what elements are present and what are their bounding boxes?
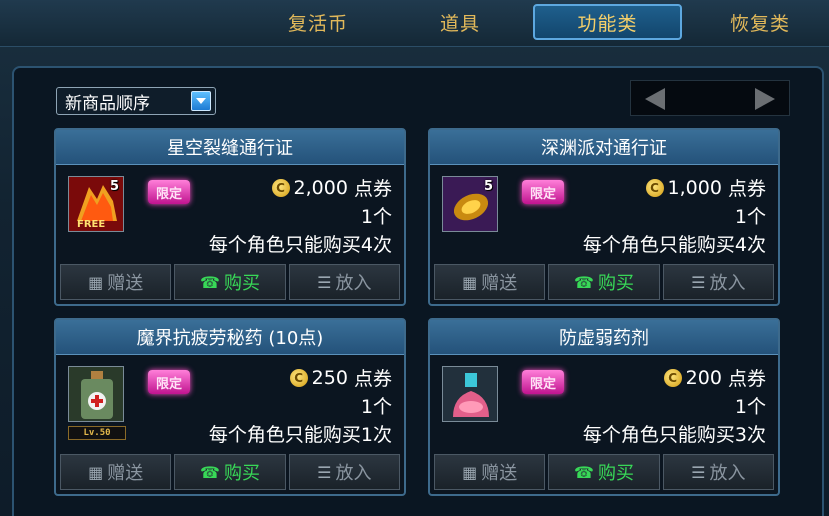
buy-label: 购买: [223, 463, 260, 484]
cart-label: 放入: [335, 273, 372, 294]
gift-button[interactable]: ▦ 赠送: [60, 454, 172, 490]
add-to-cart-button[interactable]: ☰ 放入: [662, 264, 774, 300]
tab-functional[interactable]: 功能类: [533, 4, 682, 40]
sort-label: 新商品顺序: [65, 93, 150, 114]
purchase-limit: 每个角色只能购买1次: [208, 424, 392, 446]
prev-page-icon[interactable]: [645, 88, 665, 110]
gift-label: 赠送: [481, 463, 518, 484]
quantity: 1个: [734, 396, 766, 418]
price-value: 1,000: [667, 176, 722, 199]
pager: [630, 80, 790, 116]
buy-label: 购买: [223, 273, 260, 294]
coupon-coin-icon: C: [289, 368, 308, 387]
price: C 200 点券: [663, 364, 766, 391]
tab-recovery[interactable]: 恢复类: [700, 4, 820, 40]
cart-label: 放入: [709, 273, 746, 294]
gift-icon: ▦: [88, 272, 104, 292]
price-value: 250: [311, 366, 348, 389]
item-name: 星空裂缝通行证: [56, 130, 404, 165]
price: C 2,000 点券: [271, 174, 392, 201]
purchase-limit: 每个角色只能购买4次: [582, 234, 766, 256]
price-unit: 点券: [353, 178, 392, 200]
tab-items[interactable]: 道具: [420, 4, 500, 40]
item-name: 深渊派对通行证: [430, 130, 778, 165]
cart-icon: ☰: [691, 462, 706, 482]
action-buttons: ▦ 赠送 ☎ 购买 ☰ 放入: [434, 264, 774, 300]
potion-bottle-icon[interactable]: [68, 366, 124, 422]
price: C 250 点券: [289, 364, 392, 391]
buy-button[interactable]: ☎ 购买: [174, 454, 286, 490]
limited-badge: 限定: [522, 370, 564, 394]
gift-button[interactable]: ▦ 赠送: [60, 264, 172, 300]
next-page-icon[interactable]: [755, 88, 775, 110]
action-buttons: ▦ 赠送 ☎ 购买 ☰ 放入: [60, 454, 400, 490]
cart-icon: ☰: [691, 272, 706, 292]
gift-label: 赠送: [107, 273, 144, 294]
svg-text:FREE: FREE: [77, 219, 105, 230]
buy-label: 购买: [597, 273, 634, 294]
price-unit: 点券: [727, 368, 766, 390]
gift-icon: ▦: [462, 272, 478, 292]
buy-icon: ☎: [574, 272, 594, 292]
limited-badge: 限定: [148, 180, 190, 204]
buy-button[interactable]: ☎ 购买: [174, 264, 286, 300]
cart-icon: ☰: [317, 272, 332, 292]
coupon-coin-icon: C: [663, 368, 682, 387]
item-name: 魔界抗疲劳秘药 (10点): [56, 320, 404, 355]
buy-button[interactable]: ☎ 购买: [548, 264, 660, 300]
action-buttons: ▦ 赠送 ☎ 购买 ☰ 放入: [60, 264, 400, 300]
price-unit: 点券: [353, 368, 392, 390]
coupon-coin-icon: C: [645, 178, 664, 197]
buy-label: 购买: [597, 463, 634, 484]
cart-label: 放入: [709, 463, 746, 484]
price: C 1,000 点券: [645, 174, 766, 201]
limited-badge: 限定: [148, 370, 190, 394]
gift-button[interactable]: ▦ 赠送: [434, 454, 546, 490]
quantity: 1个: [360, 396, 392, 418]
shop-window: 复活币 道具 功能类 恢复类 新商品顺序 星空裂缝通行证 FREE 5 限定 C…: [0, 0, 829, 516]
price-value: 2,000: [293, 176, 348, 199]
stack-count: 5: [109, 179, 119, 194]
buy-icon: ☎: [200, 272, 220, 292]
tab-revive-coin[interactable]: 复活币: [268, 4, 368, 40]
sort-dropdown[interactable]: 新商品顺序: [56, 87, 216, 115]
abyss-pass-icon[interactable]: 5: [442, 176, 498, 232]
item-card: 深渊派对通行证 5 限定 C 1,000 点券 1个 每个角色只能购买4次 ▦ 赠…: [428, 128, 780, 306]
price-value: 200: [685, 366, 722, 389]
add-to-cart-button[interactable]: ☰ 放入: [288, 454, 400, 490]
item-card: 星空裂缝通行证 FREE 5 限定 C 2,000 点券 1个 每个角色只能购买…: [54, 128, 406, 306]
flask-icon[interactable]: [442, 366, 498, 422]
category-tabbar: 复活币 道具 功能类 恢复类: [0, 0, 829, 47]
add-to-cart-button[interactable]: ☰ 放入: [662, 454, 774, 490]
purchase-limit: 每个角色只能购买3次: [582, 424, 766, 446]
gift-icon: ▦: [88, 462, 104, 482]
gift-label: 赠送: [481, 273, 518, 294]
item-card: 魔界抗疲劳秘药 (10点) Lv.50 限定 C 250 点券 1个 每个角色只…: [54, 318, 406, 496]
gift-label: 赠送: [107, 463, 144, 484]
cart-icon: ☰: [317, 462, 332, 482]
coupon-coin-icon: C: [271, 178, 290, 197]
buy-icon: ☎: [200, 462, 220, 482]
quantity: 1个: [360, 206, 392, 228]
cart-label: 放入: [335, 463, 372, 484]
purchase-limit: 每个角色只能购买4次: [208, 234, 392, 256]
fist-pass-icon[interactable]: FREE 5: [68, 176, 124, 232]
buy-button[interactable]: ☎ 购买: [548, 454, 660, 490]
level-requirement: Lv.50: [68, 426, 126, 440]
item-name: 防虚弱药剂: [430, 320, 778, 355]
dropdown-arrow-icon[interactable]: [191, 91, 211, 111]
quantity: 1个: [734, 206, 766, 228]
action-buttons: ▦ 赠送 ☎ 购买 ☰ 放入: [434, 454, 774, 490]
item-card: 防虚弱药剂 限定 C 200 点券 1个 每个角色只能购买3次 ▦ 赠送 ☎ 购买 …: [428, 318, 780, 496]
gift-icon: ▦: [462, 462, 478, 482]
add-to-cart-button[interactable]: ☰ 放入: [288, 264, 400, 300]
gift-button[interactable]: ▦ 赠送: [434, 264, 546, 300]
buy-icon: ☎: [574, 462, 594, 482]
limited-badge: 限定: [522, 180, 564, 204]
price-unit: 点券: [727, 178, 766, 200]
stack-count: 5: [483, 179, 493, 194]
